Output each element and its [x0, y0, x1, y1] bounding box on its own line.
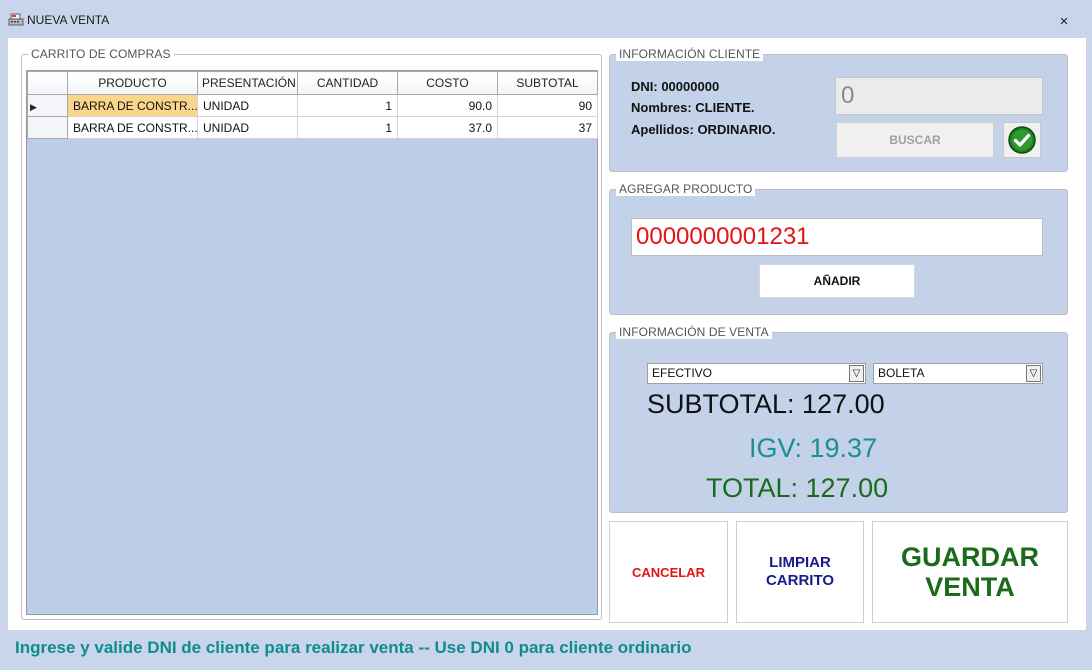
save-label-line2: VENTA: [925, 572, 1015, 602]
row-header[interactable]: ▶: [27, 94, 68, 117]
table-row[interactable]: ▶ BARRA DE CONSTR... UNIDAD 1 90.0 90: [27, 94, 598, 117]
apellidos-label: Apellidos: ORDINARIO.: [631, 122, 776, 137]
product-legend: AGREGAR PRODUCTO: [616, 182, 756, 196]
cart-legend: CARRITO DE COMPRAS: [28, 47, 174, 61]
dni-input[interactable]: [835, 77, 1043, 115]
close-button[interactable]: ×: [1053, 12, 1075, 32]
cell-costo[interactable]: 90.0: [397, 94, 498, 117]
cart-grid[interactable]: PRODUCTO PRESENTACIÓN CANTIDAD COSTO SUB…: [26, 70, 598, 615]
save-label-line1: GUARDAR: [901, 542, 1039, 572]
sale-info-group: INFORMACIÓN DE VENTA EFECTIVO ▽ BOLETA ▽…: [609, 325, 1068, 513]
cell-producto[interactable]: BARRA DE CONSTR...: [67, 94, 198, 117]
column-header-producto[interactable]: PRODUCTO: [67, 71, 198, 95]
dni-label: DNI: 00000000: [631, 79, 720, 94]
search-button[interactable]: BUSCAR: [836, 122, 994, 158]
sale-legend: INFORMACIÓN DE VENTA: [616, 325, 772, 339]
dropdown-arrow-icon[interactable]: ▽: [1026, 365, 1041, 382]
cancel-button[interactable]: CANCELAR: [609, 521, 728, 623]
cell-producto[interactable]: BARRA DE CONSTR...: [67, 116, 198, 139]
cancel-button-label: CANCELAR: [632, 564, 705, 580]
clear-cart-label-line1: LIMPIAR: [769, 554, 831, 571]
save-sale-button[interactable]: GUARDAR VENTA: [872, 521, 1068, 623]
clear-cart-label-line2: CARRITO: [765, 572, 835, 589]
column-header-cantidad[interactable]: CANTIDAD: [297, 71, 398, 95]
add-product-button[interactable]: AÑADIR: [759, 264, 915, 298]
check-circle-icon: [1007, 125, 1037, 160]
client-info-group: INFORMACIÓN CLIENTE DNI: 00000000 Nombre…: [609, 47, 1068, 172]
title-bar: NUEVA VENTA ×: [0, 0, 1092, 38]
client-legend: INFORMACIÓN CLIENTE: [616, 47, 764, 61]
cart-table: PRODUCTO PRESENTACIÓN CANTIDAD COSTO SUB…: [27, 71, 598, 139]
cell-presentacion[interactable]: UNIDAD: [197, 116, 298, 139]
cell-cantidad[interactable]: 1: [297, 116, 398, 139]
window-title: NUEVA VENTA: [27, 13, 110, 27]
validate-button[interactable]: [1003, 122, 1041, 158]
nombres-label: Nombres: CLIENTE.: [631, 100, 755, 115]
cart-group: CARRITO DE COMPRAS PRODUCTO PRESENTACIÓN…: [21, 47, 602, 620]
cell-presentacion[interactable]: UNIDAD: [197, 94, 298, 117]
cash-register-icon: [8, 11, 24, 27]
row-header-corner[interactable]: [27, 71, 68, 95]
cell-subtotal[interactable]: 37: [497, 116, 598, 139]
close-icon: ×: [1059, 13, 1069, 30]
row-header[interactable]: [27, 116, 68, 139]
payment-method-select[interactable]: EFECTIVO ▽: [647, 363, 866, 384]
cell-subtotal[interactable]: 90: [497, 94, 598, 117]
cart-header-row: PRODUCTO PRESENTACIÓN CANTIDAD COSTO SUB…: [27, 71, 598, 95]
igv-label: IGV: 19.37: [749, 433, 878, 463]
document-type-value: BOLETA: [878, 366, 925, 380]
column-header-costo[interactable]: COSTO: [397, 71, 498, 95]
current-row-arrow-icon: ▶: [30, 101, 37, 112]
product-code-input[interactable]: [631, 218, 1043, 256]
total-label: TOTAL: 127.00: [706, 473, 889, 503]
add-product-group: AGREGAR PRODUCTO AÑADIR: [609, 182, 1068, 315]
subtotal-label: SUBTOTAL: 127.00: [647, 389, 885, 419]
clear-cart-button[interactable]: LIMPIAR CARRITO: [736, 521, 864, 623]
column-header-presentacion[interactable]: PRESENTACIÓN: [197, 71, 298, 95]
cell-cantidad[interactable]: 1: [297, 94, 398, 117]
dropdown-arrow-icon[interactable]: ▽: [849, 365, 864, 382]
status-message: Ingrese y valide DNI de cliente para rea…: [15, 638, 692, 657]
column-header-subtotal[interactable]: SUBTOTAL: [497, 71, 598, 95]
cell-costo[interactable]: 37.0: [397, 116, 498, 139]
document-type-select[interactable]: BOLETA ▽: [873, 363, 1043, 384]
table-row[interactable]: BARRA DE CONSTR... UNIDAD 1 37.0 37: [27, 116, 598, 139]
payment-method-value: EFECTIVO: [652, 366, 713, 380]
